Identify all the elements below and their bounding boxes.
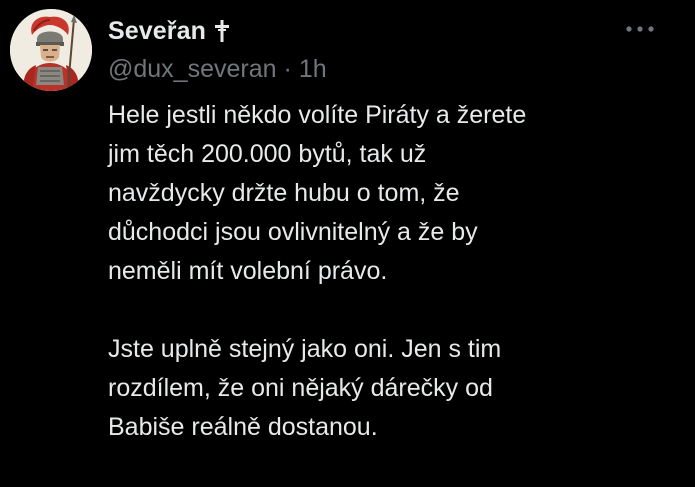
more-options-icon <box>626 26 654 32</box>
author-name-row: Seveřan <box>108 14 230 48</box>
author-display-name[interactable]: Seveřan <box>108 17 206 46</box>
cross-icon <box>214 19 230 43</box>
more-options-button[interactable] <box>620 22 660 36</box>
tweet-line: jim těch 200.000 bytů, tak už <box>108 140 427 168</box>
tweet-line: důchodci jsou ovlivnitelný a že by <box>108 218 478 246</box>
tweet-text: Hele jestli někdo volíte Piráty a žerete… <box>108 96 678 447</box>
author-meta: @dux_severan · 1h <box>108 55 327 84</box>
tweet[interactable]: Seveřan @dux_severan · 1h Hele jestli někd… <box>0 0 695 487</box>
tweet-line: Jste uplně stejný jako oni. Jen s tim <box>108 335 502 363</box>
tweet-line: Hele jestli někdo volíte Piráty a žerete <box>108 101 527 129</box>
tweet-line: neměli mít volební právo. <box>108 257 388 285</box>
tweet-line: navždycky držte hubu o tom, že <box>108 179 460 207</box>
post-time[interactable]: 1h <box>299 55 327 83</box>
meta-separator: · <box>283 55 292 83</box>
avatar-image <box>10 9 92 91</box>
tweet-line: Babiše reálně dostanou. <box>108 413 378 441</box>
avatar[interactable] <box>10 9 92 91</box>
author-handle[interactable]: @dux_severan <box>108 55 277 83</box>
tweet-line: rozdílem, že oni nějaký dárečky od <box>108 374 493 402</box>
